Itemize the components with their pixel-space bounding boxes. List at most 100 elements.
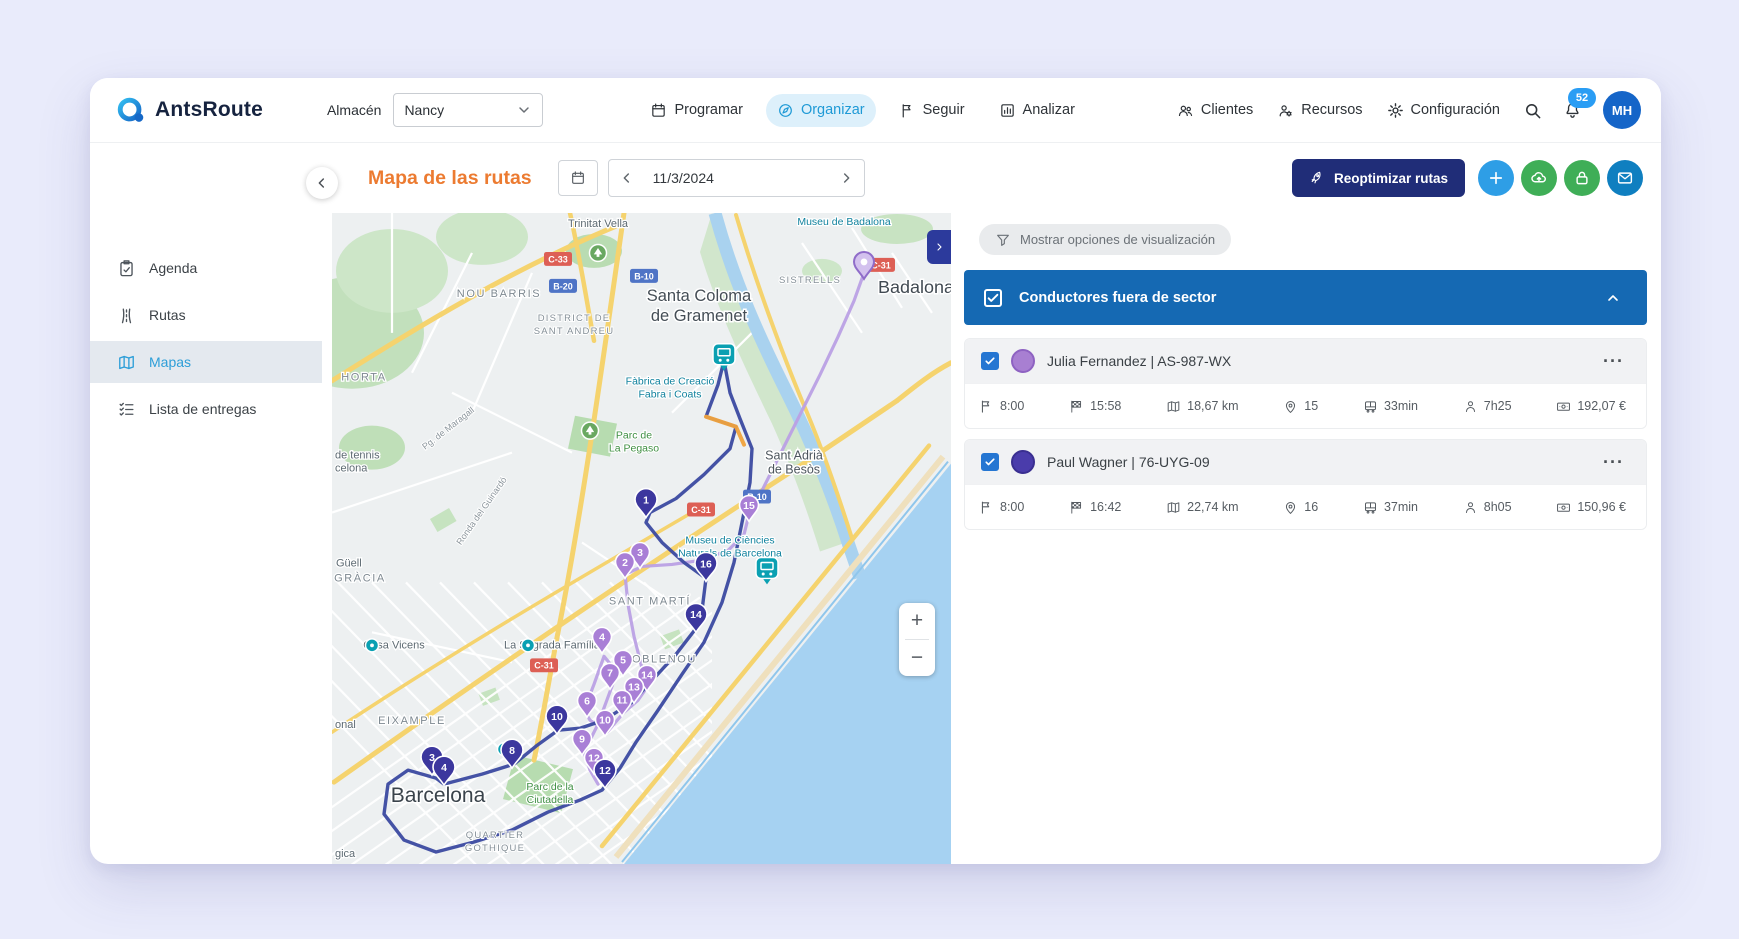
driver-checkbox[interactable] (981, 453, 999, 471)
calendar-icon (650, 102, 667, 119)
display-options-button[interactable]: Mostrar opciones de visualización (979, 224, 1232, 255)
add-button[interactable] (1478, 160, 1514, 196)
svg-text:7: 7 (607, 669, 613, 680)
nav-organizar[interactable]: Organizar (765, 93, 876, 127)
map-label: de Gramenet (651, 307, 748, 325)
top-navbar: AntsRoute Almacén Nancy Programar Organiz… (90, 78, 1661, 143)
svg-text:16: 16 (700, 559, 712, 570)
clients-icon (1177, 102, 1194, 119)
driver-more-options-button[interactable]: ··· (1597, 452, 1630, 472)
svg-text:14: 14 (690, 610, 702, 621)
driver-stat-distance: 22,74 km (1166, 500, 1239, 515)
cloud-icon (1530, 169, 1548, 187)
map-label: de tennis (335, 450, 380, 462)
road-badge: C-31 (530, 658, 558, 673)
map-label: La Sagrada Família (504, 639, 601, 651)
driver-list: Julia Fernandez | AS-987-WX ··· 8:00 15:58 1… (964, 338, 1647, 530)
sidebar-item-mapas[interactable]: Mapas (90, 341, 322, 383)
analyze-icon (999, 102, 1016, 119)
map-label: Trinitat Vella (568, 218, 629, 230)
map-label: QUARTIER (466, 830, 524, 841)
sidebar-item-lista-de-entregas[interactable]: Lista de entregas (90, 388, 322, 430)
distance-icon (1166, 500, 1181, 515)
flag-start-icon (979, 399, 994, 414)
agenda-icon (117, 259, 136, 278)
collapse-group-button[interactable] (1599, 289, 1627, 307)
svg-text:1: 1 (643, 495, 649, 506)
expand-panel-button[interactable] (927, 230, 951, 264)
zoom-in-button[interactable]: + (899, 603, 935, 639)
pin-icon (1283, 399, 1298, 414)
map-label: SISTRELLS (779, 275, 841, 286)
lock-button[interactable] (1564, 160, 1600, 196)
notifications-button[interactable]: 52 (1553, 88, 1596, 129)
driver-checkbox[interactable] (981, 352, 999, 370)
map-label: Parc de (616, 431, 652, 442)
map-canvas[interactable]: Trinitat Vella Museu de Badalona SISTRELLS… (332, 213, 951, 864)
map-label: NOU BARRIS (457, 288, 541, 300)
nav-seguir[interactable]: Seguir (888, 94, 976, 127)
search-button[interactable] (1513, 91, 1551, 129)
map-label: Santa Coloma (647, 287, 752, 305)
lock-icon (1573, 169, 1591, 187)
distance-icon (1166, 399, 1181, 414)
driver-avatar (1011, 450, 1035, 474)
driver-stat-drive: 37min (1363, 500, 1418, 515)
map-label: EIXAMPLE (378, 715, 446, 727)
sidebar: Agenda Rutas Mapas Lista de entregas (90, 143, 322, 864)
sidebar-item-rutas[interactable]: Rutas (90, 294, 322, 336)
nav-analizar[interactable]: Analizar (988, 94, 1086, 127)
road-badge: C-31 (687, 502, 715, 517)
reoptimize-routes-button[interactable]: Reoptimizar rutas (1291, 159, 1465, 197)
routes-icon (117, 306, 136, 325)
date-field: 11/3/2024 (607, 159, 865, 197)
zoom-out-button[interactable]: − (899, 640, 935, 676)
road-badge: B-10 (630, 268, 658, 283)
park-poi-icon (588, 243, 608, 263)
warehouse-select[interactable]: Nancy (393, 93, 544, 127)
chevron-down-icon (516, 102, 532, 118)
funnel-icon (995, 232, 1011, 248)
svg-text:B-10: B-10 (634, 271, 653, 281)
sidebar-item-agenda[interactable]: Agenda (90, 247, 322, 289)
mail-button[interactable] (1607, 160, 1643, 196)
next-day-button[interactable] (828, 160, 864, 196)
driver-row[interactable]: Julia Fernandez | AS-987-WX ··· (965, 339, 1646, 383)
driver-stat-flag-finish: 16:42 (1069, 500, 1121, 515)
user-avatar[interactable]: MH (1603, 91, 1641, 129)
collapse-sidebar-button[interactable] (306, 167, 338, 199)
svg-text:4: 4 (441, 763, 447, 774)
notification-badge: 52 (1568, 88, 1596, 108)
map-label: Fàbrica de Creació (626, 377, 715, 388)
nav-programar[interactable]: Programar (639, 94, 754, 127)
driver-stats-row: 8:00 16:42 22,74 km 16 37min 8h05 150,96 € (965, 484, 1646, 529)
road-badge: C-33 (544, 251, 572, 266)
driver-stat-person: 8h05 (1463, 500, 1512, 515)
date-value[interactable]: 11/3/2024 (645, 170, 828, 186)
driver-stat-pin: 16 (1283, 500, 1318, 515)
money-icon (1556, 500, 1571, 515)
driver-row[interactable]: Paul Wagner | 76-UYG-09 ··· (965, 440, 1646, 484)
nav-configuracion[interactable]: Configuración (1376, 94, 1511, 127)
upload-button[interactable] (1521, 160, 1557, 196)
driver-group-header[interactable]: Conductores fuera de sector (964, 270, 1647, 325)
map[interactable]: Trinitat Vella Museu de Badalona SISTRELLS… (332, 213, 951, 864)
nav-recursos[interactable]: Recursos (1266, 94, 1373, 127)
calendar-picker-button[interactable] (557, 160, 598, 196)
svg-text:10: 10 (599, 716, 611, 727)
driver-more-options-button[interactable]: ··· (1597, 351, 1630, 371)
previous-day-button[interactable] (609, 160, 645, 196)
gear-icon (1387, 102, 1404, 119)
map-label: gica (335, 848, 356, 860)
organize-icon (777, 102, 794, 119)
map-label: Güell (336, 557, 362, 569)
svg-text:12: 12 (599, 766, 611, 777)
svg-text:3: 3 (637, 548, 643, 559)
list-icon (117, 400, 136, 419)
poi-icon (520, 638, 536, 653)
nav-clientes[interactable]: Clientes (1166, 94, 1264, 127)
main-area: Mapa de las rutas 11/3/2024 Reoptimizar … (306, 143, 1661, 864)
check-icon (984, 456, 996, 468)
map-label: SANT MARTÍ (609, 594, 691, 607)
group-checkbox[interactable] (984, 288, 1002, 307)
